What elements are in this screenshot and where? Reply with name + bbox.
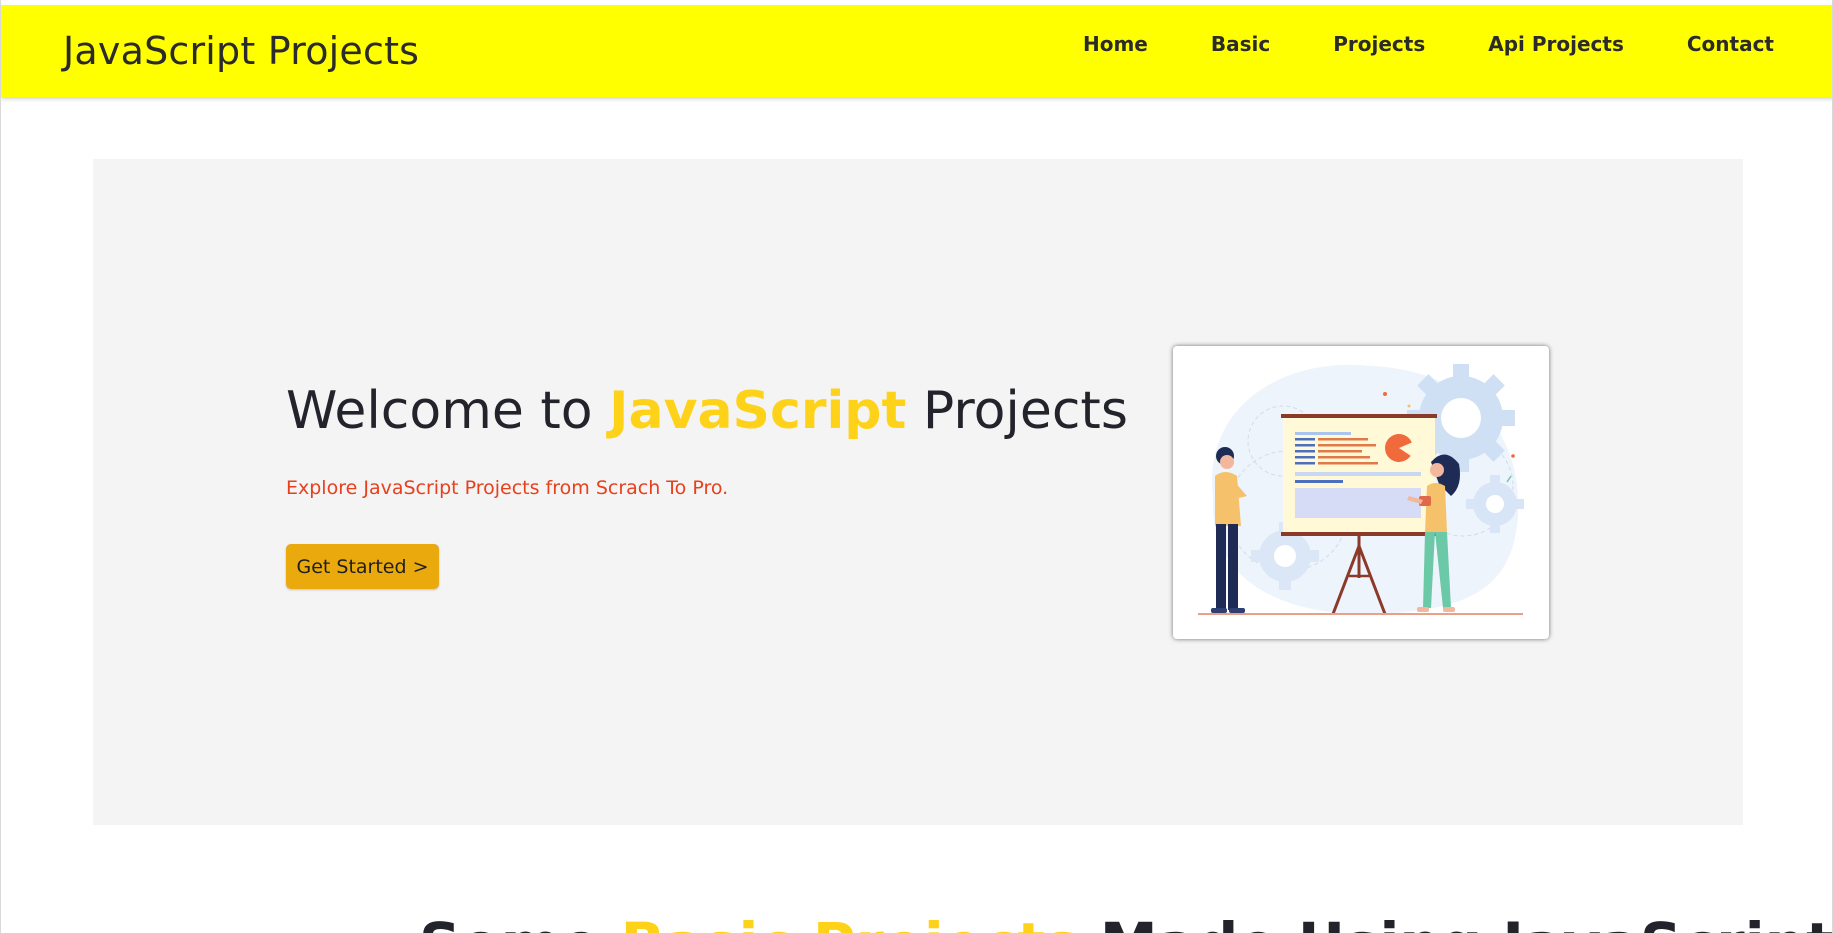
nav-link-api-projects[interactable]: Api Projects: [1488, 32, 1624, 56]
brand-title[interactable]: JavaScript Projects: [63, 29, 419, 73]
hero-section: Welcome to JavaScript Projects Explore J…: [93, 159, 1743, 825]
hero-illustration-card: [1173, 346, 1549, 639]
section-title-after: Made Using JavaScript: [1080, 910, 1832, 933]
nav-link-basic[interactable]: Basic: [1211, 32, 1270, 56]
hero-subtitle: Explore JavaScript Projects from Scrach …: [286, 477, 729, 499]
section-title-basic-projects: Some Basic Projects Made Using JavaScrip…: [419, 910, 1832, 933]
hero-title-accent: JavaScript: [609, 381, 907, 441]
hero-title-before: Welcome to: [286, 381, 610, 441]
section-title-accent: Basic Projects: [621, 910, 1080, 933]
get-started-button[interactable]: Get Started >: [286, 544, 439, 589]
nav-link-home[interactable]: Home: [1083, 32, 1148, 56]
presentation-illustration: [1198, 364, 1524, 615]
nav-link-projects[interactable]: Projects: [1333, 32, 1425, 56]
nav-link-contact[interactable]: Contact: [1687, 32, 1774, 56]
navbar: JavaScript Projects Home Basic Projects …: [1, 5, 1832, 97]
section-title-before: Some: [419, 910, 621, 933]
nav-links: Home Basic Projects Api Projects Contact: [1083, 32, 1774, 56]
hero-title-after: Projects: [906, 381, 1128, 441]
hero-title: Welcome to JavaScript Projects: [286, 381, 1128, 441]
page: JavaScript Projects Home Basic Projects …: [0, 0, 1833, 933]
